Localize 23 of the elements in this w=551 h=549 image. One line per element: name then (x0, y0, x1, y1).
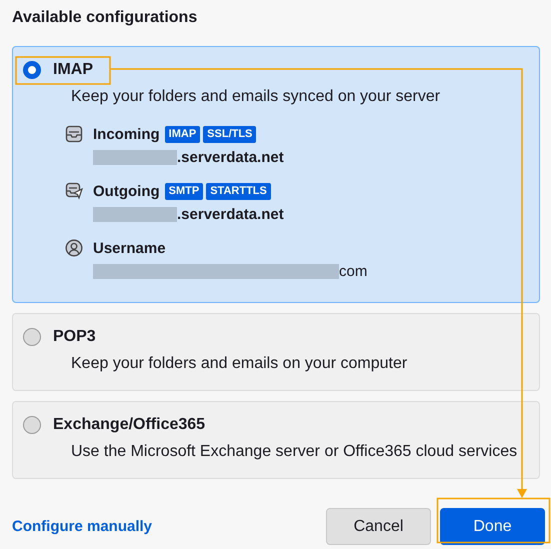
protocol-tag: SMTP (164, 182, 204, 200)
option-title: POP3 (53, 328, 96, 346)
protocol-tag: IMAP (164, 126, 200, 142)
server-value: com (339, 262, 368, 280)
server-value: .serverdata.net (177, 148, 284, 166)
done-button[interactable]: Done (440, 508, 545, 545)
protocol-tag: STARTTLS (206, 182, 271, 200)
option-card[interactable]: IMAP Keep your folders and emails synced on your server Incoming IMAP SSL/TLS .serverdata.net Outgoing SMTP STARTTLS .serverdata.net Username com (12, 46, 540, 303)
server-label: Username (93, 240, 166, 256)
option-description: Keep your folders and emails on your computer (71, 354, 408, 374)
server-value: .serverdata.net (177, 206, 284, 222)
option-title: Exchange/Office365 (53, 416, 206, 434)
option-title: IMAP (53, 61, 93, 79)
section-heading: Available configurations (12, 8, 198, 28)
option-description: Use the Microsoft Exchange server or Office365 cloud services (71, 442, 518, 462)
server-label: Incoming (93, 126, 160, 142)
cancel-button[interactable]: Cancel (326, 508, 431, 545)
protocol-tag: SSL/TLS (203, 126, 256, 142)
configure-link[interactable]: Configure manually (12, 518, 152, 535)
server-label: Outgoing (93, 182, 160, 200)
option-description: Keep your folders and emails synced on your server (71, 87, 442, 107)
option-card[interactable]: Exchange/Office365 Use the Microsoft Exchange server or Office365 cloud services (12, 401, 540, 479)
option-card[interactable]: POP3 Keep your folders and emails on your computer (12, 313, 540, 391)
